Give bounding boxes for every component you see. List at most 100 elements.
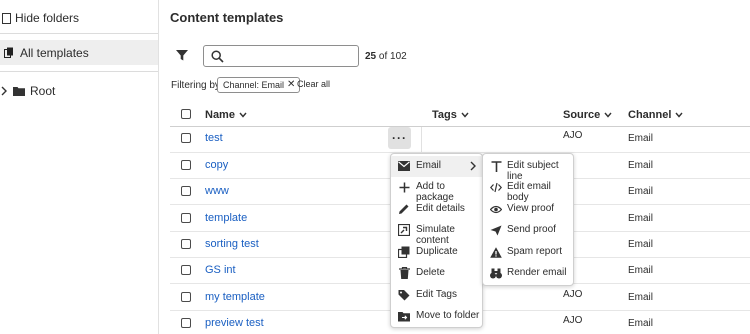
submenu-item-spam-report[interactable]: Spam report: [483, 242, 573, 263]
column-header-label: Name: [205, 109, 235, 121]
row-checkbox[interactable]: [181, 265, 191, 275]
submenu-item-view-proof[interactable]: View proof: [483, 199, 573, 220]
row-checkbox[interactable]: [181, 186, 191, 196]
menu-item-label: Send proof: [507, 224, 556, 235]
menu-item-label: Spam report: [507, 246, 563, 257]
close-icon[interactable]: ✕: [287, 80, 295, 90]
sidebar-item-all-templates[interactable]: All templates: [0, 40, 158, 65]
result-count-shown: 25: [365, 51, 377, 62]
chevron-down-icon: [604, 112, 612, 118]
menu-item-label: Duplicate: [416, 246, 458, 257]
submenu-item-edit-email-body[interactable]: Edit email body: [483, 177, 573, 203]
filter-chip-label: Channel: Email: [223, 80, 285, 90]
column-header-label: Channel: [628, 109, 672, 121]
menu-item-email[interactable]: Email: [391, 156, 482, 177]
table-row[interactable]: test AJO Email: [160, 125, 750, 152]
filtering-label: Filtering by: [171, 80, 220, 91]
search-icon: [211, 50, 224, 63]
channel-cell: Email: [628, 160, 654, 171]
template-name-link[interactable]: www: [205, 185, 229, 197]
column-header-source[interactable]: Source: [563, 109, 612, 121]
row-checkbox[interactable]: [181, 133, 191, 143]
simulate-icon: [398, 224, 410, 236]
sidebar-divider: [0, 71, 158, 72]
folder-icon: [13, 86, 25, 96]
column-header-name[interactable]: Name: [205, 109, 247, 121]
template-name-link[interactable]: sorting test: [205, 238, 259, 250]
row-checkbox[interactable]: [181, 239, 191, 249]
channel-cell: Email: [628, 318, 654, 329]
chevron-right-icon[interactable]: [0, 86, 8, 96]
menu-item-edit-details[interactable]: Edit details: [391, 199, 482, 220]
trash-icon: [398, 267, 410, 279]
column-header-label: Source: [563, 109, 601, 121]
tag-icon: [398, 289, 410, 301]
column-header-label: Tags: [432, 109, 457, 121]
channel-cell: Email: [628, 133, 654, 144]
template-name-link[interactable]: test: [205, 132, 223, 144]
more-actions-button[interactable]: ···: [388, 127, 411, 149]
hide-folders-label: Hide folders: [15, 11, 80, 25]
template-name-link[interactable]: my template: [205, 291, 265, 303]
sidebar: Hide folders All templates Root: [0, 0, 159, 334]
column-header-tags[interactable]: Tags: [432, 109, 469, 121]
submenu-item-render-email[interactable]: Render email: [483, 263, 573, 284]
code-icon: [490, 181, 502, 193]
text-icon: [490, 160, 502, 172]
tags-cell-border: [421, 127, 422, 152]
filter-icon[interactable]: [175, 48, 189, 62]
channel-cell: Email: [628, 186, 654, 197]
submenu-item-send-proof[interactable]: Send proof: [483, 220, 573, 241]
plus-icon: [398, 181, 410, 193]
template-name-link[interactable]: preview test: [205, 317, 264, 329]
row-checkbox[interactable]: [181, 318, 191, 328]
menu-item-add-to-package[interactable]: Add to package: [391, 177, 482, 203]
menu-item-label: Edit Tags: [416, 289, 457, 300]
chevron-down-icon: [675, 112, 683, 118]
chevron-down-icon: [461, 112, 469, 118]
menu-item-label: Render email: [507, 267, 567, 278]
menu-item-label: Email: [416, 160, 442, 171]
move-folder-icon: [398, 310, 410, 322]
chevron-right-icon: [470, 161, 476, 171]
send-icon: [490, 224, 502, 236]
clear-all-link[interactable]: Clear all: [297, 79, 330, 89]
duplicate-icon: [398, 246, 410, 258]
sidebar-divider: [0, 33, 158, 34]
menu-item-label: Delete: [416, 267, 445, 278]
sidebar-item-label: Root: [30, 84, 56, 98]
pencil-icon: [398, 203, 410, 215]
sidebar-item-root[interactable]: Root: [0, 84, 55, 98]
context-menu: Email Add to package Edit details Simula…: [390, 153, 483, 328]
source-cell: AJO: [563, 289, 583, 300]
hide-folders-toggle[interactable]: Hide folders: [2, 11, 79, 25]
menu-item-label: Edit details: [416, 203, 465, 214]
channel-cell: Email: [628, 239, 654, 250]
menu-item-simulate-content[interactable]: Simulate content: [391, 220, 482, 246]
source-cell: AJO: [563, 315, 583, 326]
menu-item-duplicate[interactable]: Duplicate: [391, 242, 482, 263]
email-icon: [398, 160, 410, 172]
submenu-item-edit-subject-line[interactable]: Edit subject line: [483, 156, 573, 182]
menu-item-label: View proof: [507, 203, 555, 214]
column-header-channel[interactable]: Channel: [628, 109, 683, 121]
chevron-down-icon: [239, 112, 247, 118]
menu-item-edit-tags[interactable]: Edit Tags: [391, 285, 482, 306]
result-count: 25 of 102: [365, 51, 407, 62]
menu-item-label: Move to folder: [416, 310, 480, 321]
template-name-link[interactable]: template: [205, 212, 247, 224]
row-checkbox[interactable]: [181, 160, 191, 170]
select-all-checkbox[interactable]: [181, 109, 191, 119]
template-name-link[interactable]: GS int: [205, 264, 236, 276]
search-input[interactable]: [203, 45, 359, 67]
binoculars-icon: [490, 267, 502, 279]
row-checkbox[interactable]: [181, 292, 191, 302]
channel-cell: Email: [628, 213, 654, 224]
template-name-link[interactable]: copy: [205, 159, 228, 171]
templates-icon: [4, 47, 14, 58]
menu-item-move-to-folder[interactable]: Move to folder: [391, 306, 482, 327]
channel-cell: Email: [628, 265, 654, 276]
row-checkbox[interactable]: [181, 213, 191, 223]
panel-icon: [2, 12, 11, 24]
menu-item-delete[interactable]: Delete: [391, 263, 482, 284]
